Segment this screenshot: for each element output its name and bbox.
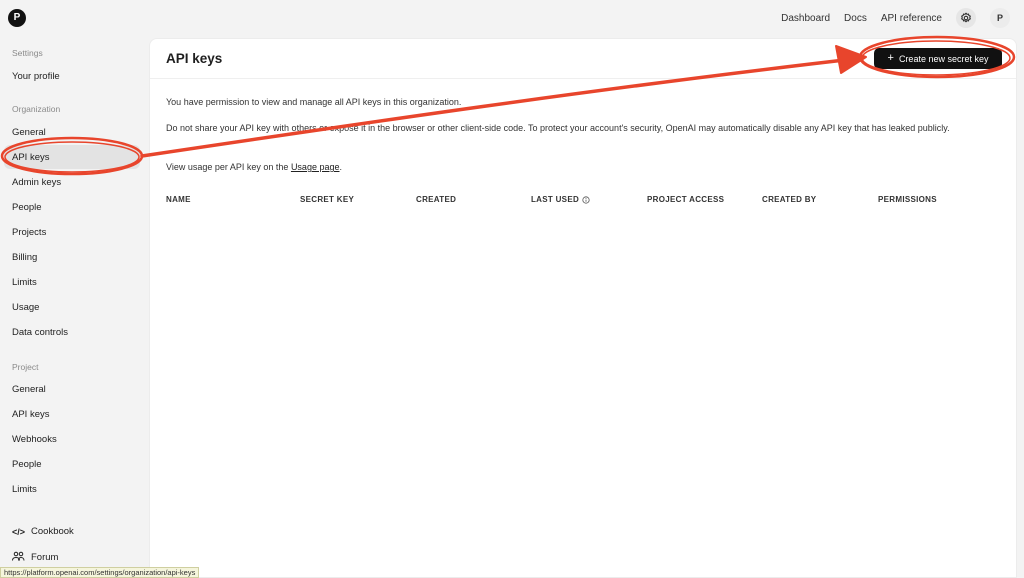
sidebar-item-org-people[interactable]: People [12,202,42,213]
sidebar-item-cookbook[interactable]: </> Cookbook [12,526,74,537]
permission-text: You have permission to view and manage a… [166,97,462,107]
sidebar-item-org-api-keys[interactable]: API keys [12,152,50,163]
organization-section-title: Organization [12,104,61,114]
sidebar-item-forum[interactable]: Forum [12,551,58,564]
plus-icon: + [887,52,894,64]
col-name: NAME [166,195,191,204]
col-last-used: LAST USED [531,195,590,204]
docs-link[interactable]: Docs [844,13,867,24]
sidebar-item-webhooks[interactable]: Webhooks [12,434,57,445]
cookbook-label: Cookbook [31,526,74,537]
col-created-by: CREATED BY [762,195,817,204]
page-title: API keys [166,51,223,66]
security-warning-text: Do not share your API key with others or… [166,123,950,133]
sidebar-item-project-people[interactable]: People [12,459,42,470]
col-last-used-label: LAST USED [531,195,580,204]
usage-line: View usage per API key on the Usage page… [166,161,996,174]
col-created: CREATED [416,195,457,204]
create-button-label: Create new secret key [898,53,989,64]
sidebar-item-org-limits[interactable]: Limits [12,277,37,288]
top-nav: Dashboard Docs API reference P [781,7,1010,29]
col-permissions: PERMISSIONS [878,195,937,204]
sidebar-item-project-api-keys[interactable]: API keys [12,409,50,420]
top-bar: P Dashboard Docs API reference P [0,0,1024,36]
panel-header: API keys + Create new secret key [150,39,1016,79]
sidebar-item-admin-keys[interactable]: Admin keys [12,177,61,188]
people-icon [12,551,25,564]
create-new-secret-key-button[interactable]: + Create new secret key [874,48,1002,69]
sidebar-item-data-controls[interactable]: Data controls [12,327,68,338]
sidebar-item-billing[interactable]: Billing [12,252,37,263]
openai-logo[interactable]: P [8,9,26,27]
col-secret-key: SECRET KEY [300,195,355,204]
sidebar-item-project-general[interactable]: General [12,384,46,395]
code-icon: </> [12,526,26,537]
usage-prefix: View usage per API key on the [166,162,289,172]
sidebar-item-org-general[interactable]: General [12,127,46,138]
info-icon[interactable] [582,195,590,204]
api-reference-link[interactable]: API reference [881,13,942,24]
sidebar: Settings Your profile Organization Gener… [0,36,148,578]
api-keys-table-header: NAME SECRET KEY CREATED LAST USED PROJEC… [166,195,1006,209]
sidebar-item-your-profile[interactable]: Your profile [12,71,60,82]
user-avatar[interactable]: P [990,8,1010,28]
col-project-access: PROJECT ACCESS [647,195,725,204]
sidebar-item-projects[interactable]: Projects [12,227,46,238]
project-section-title: Project [12,362,39,372]
dashboard-link[interactable]: Dashboard [781,13,830,24]
sidebar-item-usage[interactable]: Usage [12,302,39,313]
usage-page-link[interactable]: Usage page [291,162,340,172]
settings-gear-icon[interactable] [956,8,976,28]
usage-suffix: . [339,162,342,172]
main-panel: API keys + Create new secret key You hav… [149,38,1017,578]
settings-section-title: Settings [12,48,43,58]
sidebar-item-project-limits[interactable]: Limits [12,484,37,495]
browser-status-url: https://platform.openai.com/settings/org… [0,567,200,578]
forum-label: Forum [31,552,59,563]
